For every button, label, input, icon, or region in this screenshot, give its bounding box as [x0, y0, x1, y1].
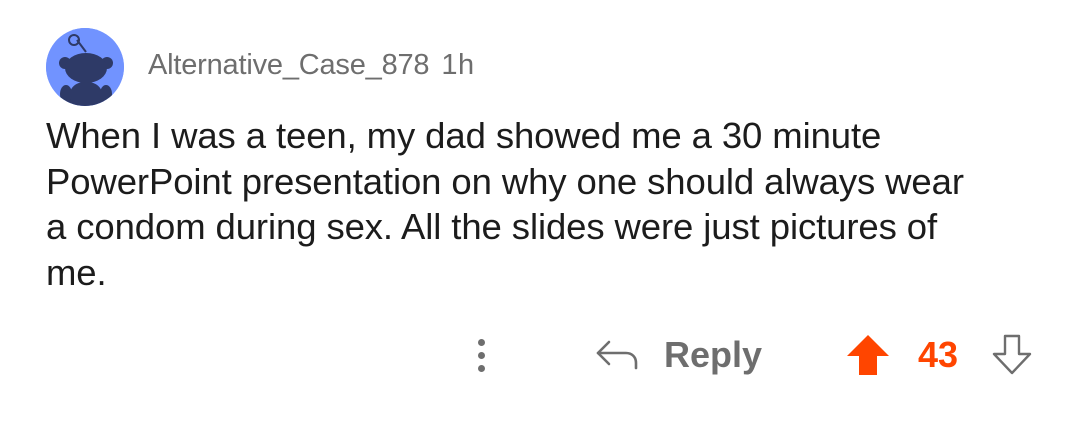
comment-body-line: PowerPoint presentation on why one shoul…: [46, 160, 964, 202]
comment-meta: Alternative_Case_878 1h: [148, 49, 475, 82]
reply-button[interactable]: Reply: [594, 329, 762, 381]
upvote-button[interactable]: [846, 334, 890, 381]
comment-body: When I was a teen, my dad showed me a 30…: [46, 113, 1056, 295]
downvote-arrow-icon: [992, 334, 1032, 375]
downvote-button[interactable]: [990, 334, 1034, 381]
comment-header: Alternative_Case_878 1h: [46, 27, 475, 107]
comment: Alternative_Case_878 1h When I was a tee…: [0, 0, 1080, 427]
vertical-ellipsis-icon: [477, 338, 485, 346]
more-options-button[interactable]: [466, 331, 496, 379]
comment-actions: Reply 43: [0, 325, 1080, 385]
username[interactable]: Alternative_Case_878: [148, 49, 430, 82]
vertical-ellipsis-icon: [477, 351, 485, 359]
comment-body-line: a condom during sex. All the slides were…: [46, 206, 938, 247]
vertical-ellipsis-icon: [477, 364, 485, 372]
comment-body-line: When I was a teen, my dad showed me a 30…: [46, 115, 882, 156]
snoo-avatar-icon: [46, 28, 124, 106]
vote-score: 43: [918, 334, 959, 375]
timestamp: 1h: [441, 48, 475, 81]
reply-arrow-icon: [596, 340, 638, 370]
avatar[interactable]: [46, 28, 124, 106]
reply-label: Reply: [664, 334, 763, 375]
comment-body-line: me.: [46, 251, 107, 293]
upvote-arrow-icon: [847, 335, 889, 375]
